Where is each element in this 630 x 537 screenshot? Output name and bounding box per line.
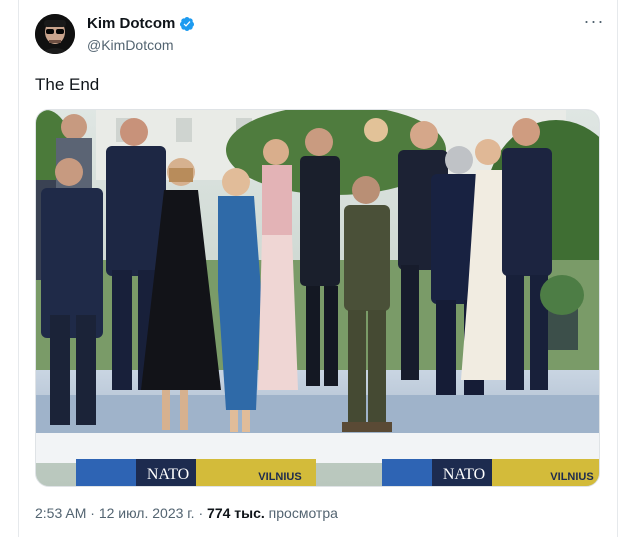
verified-badge-icon bbox=[179, 17, 194, 31]
tweet-time[interactable]: 2:53 AM bbox=[35, 505, 86, 521]
views-label: просмотра bbox=[268, 505, 338, 521]
avatar-photo-icon bbox=[35, 14, 75, 54]
views-count: 774 тыс. bbox=[207, 505, 265, 521]
tweet-meta: 2:53 AM · 12 июл. 2023 г. · 774 тыс. про… bbox=[35, 505, 338, 521]
banner-city-left: VILNIUS bbox=[258, 471, 301, 483]
avatar[interactable] bbox=[35, 14, 75, 54]
tweet-date[interactable]: 12 июл. 2023 г. bbox=[99, 505, 195, 521]
meta-separator: · bbox=[90, 505, 95, 521]
author-name[interactable]: Kim Dotcom bbox=[87, 15, 175, 32]
more-dots-icon: ··· bbox=[583, 10, 605, 31]
banner-nato-left: NATO bbox=[147, 466, 189, 483]
banner-city-right: VILNIUS bbox=[550, 471, 593, 483]
banner-nato-right: NATO bbox=[443, 466, 485, 483]
tweet-text: The End bbox=[35, 75, 100, 94]
tweet-media-photo[interactable]: NATO VILNIUS NATO VILNIUS bbox=[35, 109, 600, 487]
author-handle[interactable]: @KimDotcom bbox=[87, 37, 174, 53]
meta-separator-2: · bbox=[198, 505, 204, 521]
more-options-button[interactable]: ··· bbox=[583, 10, 605, 32]
photo-group-nato-summit-icon: NATO VILNIUS NATO VILNIUS bbox=[36, 110, 599, 486]
